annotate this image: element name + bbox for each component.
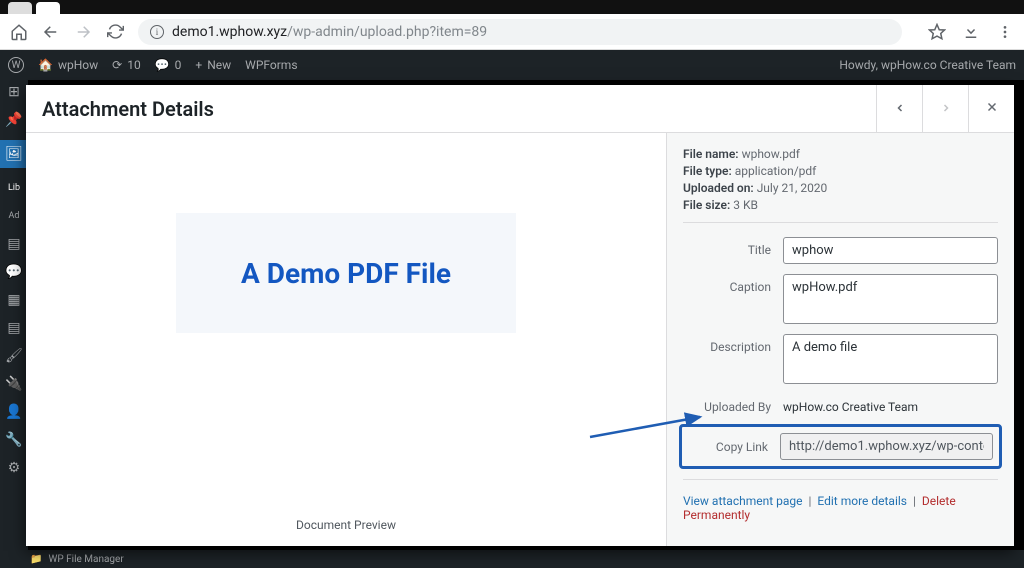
download-icon[interactable]	[962, 23, 980, 41]
description-label: Description	[683, 334, 783, 354]
star-icon[interactable]	[928, 23, 946, 41]
browser-tab-strip	[0, 0, 1024, 14]
caption-label: Caption	[683, 274, 783, 294]
forward-icon	[74, 23, 92, 41]
plugins-icon[interactable]: 🔌	[6, 376, 22, 392]
document-preview-label: Document Preview	[296, 518, 396, 532]
footer-item[interactable]: WP File Manager	[48, 554, 123, 565]
users-icon[interactable]: 👤	[6, 404, 22, 420]
appearance-icon[interactable]: 🖌	[6, 348, 22, 364]
comments-icon[interactable]: 💬	[6, 264, 22, 280]
posts-icon[interactable]: 📌	[6, 112, 22, 128]
address-bar[interactable]: i demo1.wphow.xyz/wp-admin/upload.php?it…	[138, 19, 902, 45]
generic-icon[interactable]: ▤	[6, 320, 22, 336]
admin-bar-wpforms[interactable]: WPForms	[245, 58, 297, 72]
reload-icon[interactable]	[106, 23, 124, 41]
copy-link-row: Copy Link	[679, 424, 1002, 469]
next-attachment-button	[922, 85, 968, 132]
modal-title: Attachment Details	[42, 97, 214, 121]
url-text: demo1.wphow.xyz/wp-admin/upload.php?item…	[172, 24, 487, 40]
kebab-menu-icon[interactable]	[996, 23, 1014, 41]
document-thumbnail: A Demo PDF File	[176, 213, 516, 333]
admin-bar-site[interactable]: 🏠 wpHow	[38, 58, 98, 72]
attachment-preview-pane: A Demo PDF File Document Preview	[26, 133, 666, 546]
copy-link-input[interactable]	[780, 433, 993, 460]
pages-icon[interactable]: ▤	[6, 236, 22, 252]
sidebar-item-add[interactable]: Ad	[6, 208, 22, 224]
admin-bar-new[interactable]: + New	[195, 58, 231, 72]
admin-bar-howdy[interactable]: Howdy, wpHow.co Creative Team	[839, 58, 1016, 72]
generic-icon[interactable]: ▦	[6, 292, 22, 308]
home-icon[interactable]	[10, 23, 28, 41]
pdf-title-text: A Demo PDF File	[241, 257, 451, 290]
media-icon[interactable]: 🖼	[6, 146, 22, 162]
dashboard-icon[interactable]: ⊞	[6, 84, 22, 100]
description-input[interactable]: A demo file	[783, 334, 998, 384]
attachment-details-pane: File name: wphow.pdf File type: applicat…	[666, 133, 1014, 546]
copy-link-label: Copy Link	[688, 440, 780, 454]
attachment-actions: View attachment page | Edit more details…	[683, 494, 998, 522]
browser-tab[interactable]	[36, 2, 60, 14]
admin-bar-updates[interactable]: ⟳ 10	[112, 58, 141, 72]
folder-icon: 📁	[30, 554, 42, 565]
back-icon[interactable]	[42, 23, 60, 41]
title-label: Title	[683, 237, 783, 257]
wp-admin-sidebar: ⊞ 📌 🖼 Lib Ad ▤ 💬 ▦ ▤ 🖌 🔌 👤 🔧 ⚙	[0, 80, 28, 568]
site-info-icon[interactable]: i	[150, 25, 164, 39]
wp-footer: 📁 WP File Manager	[0, 550, 1024, 568]
settings-icon[interactable]: ⚙	[6, 460, 22, 476]
admin-bar-comments[interactable]: 💬 0	[155, 58, 182, 72]
uploaded-by-value: wpHow.co Creative Team	[783, 394, 998, 414]
sidebar-item-library[interactable]: Lib	[6, 180, 22, 196]
browser-toolbar: i demo1.wphow.xyz/wp-admin/upload.php?it…	[0, 14, 1024, 50]
title-input[interactable]	[783, 237, 998, 264]
view-attachment-link[interactable]: View attachment page	[683, 494, 803, 508]
wp-admin-bar: W 🏠 wpHow ⟳ 10 💬 0 + New WPForms Howdy, …	[0, 50, 1024, 80]
attachment-details-modal: Attachment Details A Demo PDF File Docum…	[26, 85, 1014, 546]
browser-tab[interactable]	[8, 2, 32, 14]
close-modal-button[interactable]	[968, 85, 1014, 132]
edit-details-link[interactable]: Edit more details	[817, 494, 907, 508]
modal-header: Attachment Details	[26, 85, 1014, 133]
tools-icon[interactable]: 🔧	[6, 432, 22, 448]
caption-input[interactable]: wpHow.pdf	[783, 274, 998, 324]
prev-attachment-button[interactable]	[876, 85, 922, 132]
wordpress-logo-icon[interactable]: W	[8, 57, 24, 73]
uploaded-by-label: Uploaded By	[683, 394, 783, 414]
